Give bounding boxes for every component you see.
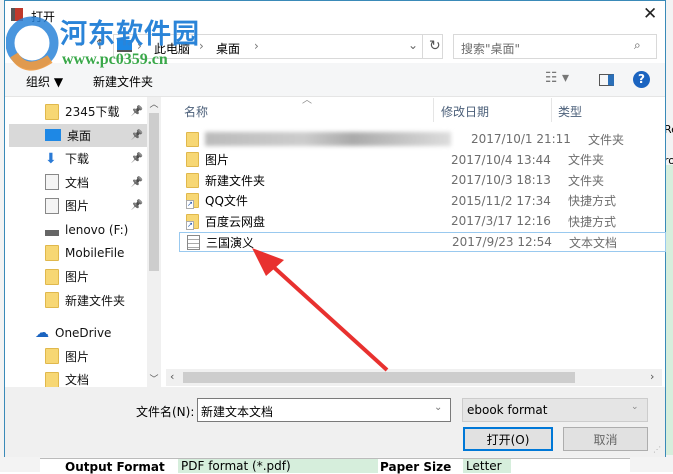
arrow-shaft	[266, 260, 389, 372]
red-arrow-annotation	[252, 248, 389, 372]
